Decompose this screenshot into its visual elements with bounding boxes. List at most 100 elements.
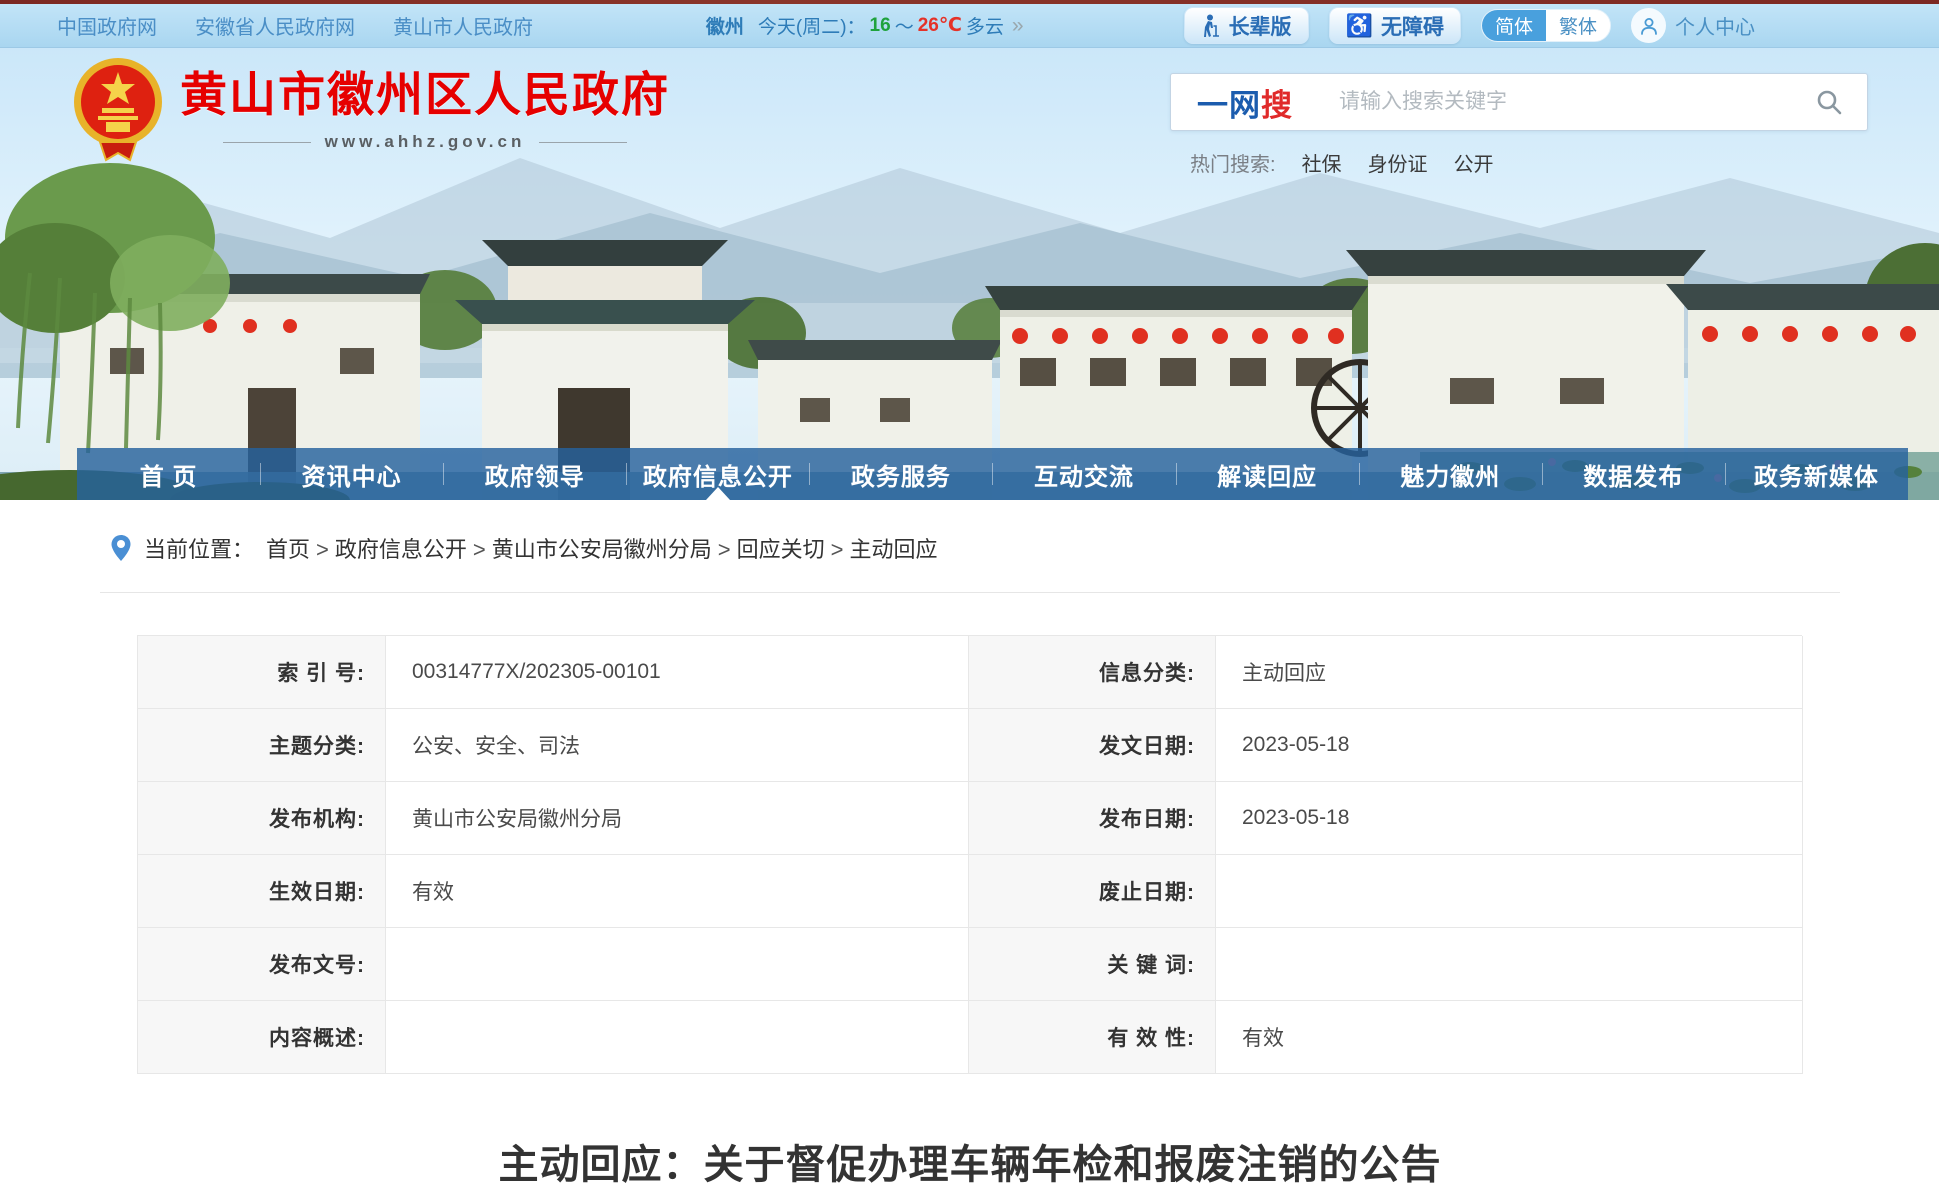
- weather-day-label: 今天(周二)：: [758, 12, 866, 39]
- elder-version-label: 长辈版: [1229, 11, 1292, 41]
- breadcrumb-item: 主动回应: [850, 537, 938, 562]
- hot-search-label: 热门搜索:: [1190, 148, 1276, 177]
- breadcrumb-item[interactable]: 回应关切: [737, 537, 825, 562]
- site-url: www.ahhz.gov.cn: [325, 132, 526, 152]
- top-utility-bar: 中国政府网 安徽省人民政府网 黄山市人民政府 徽州 今天(周二)： 16 ～ 26℃…: [0, 4, 1939, 48]
- info-value: 主动回应: [1216, 636, 1803, 709]
- info-label: 有 效 性:: [969, 1001, 1216, 1074]
- content-container: 当前位置： 首页>政府信息公开>黄山市公安局徽州分局>回应关切>主动回应 索 引…: [100, 500, 1840, 1190]
- nav-item[interactable]: 互动交流: [992, 448, 1175, 500]
- info-label: 内容概述:: [138, 1001, 386, 1074]
- info-label: 发布日期:: [969, 782, 1216, 855]
- info-value: 00314777X/202305-00101: [386, 636, 969, 709]
- top-actions: 长辈版 ♿ 无障碍 简体 繁体 个人中心: [1184, 7, 1939, 44]
- breadcrumb-items: 首页>政府信息公开>黄山市公安局徽州分局>回应关切>主动回应: [266, 532, 938, 564]
- personal-center-button[interactable]: 个人中心: [1631, 8, 1755, 43]
- search-block: 一网 搜 热门搜索: 社保身份证公开: [1170, 73, 1868, 177]
- top-link-0[interactable]: 中国政府网: [57, 11, 157, 40]
- url-rule-left: [223, 142, 311, 143]
- info-table: 索 引 号:00314777X/202305-00101信息分类:主动回应主题分…: [137, 635, 1802, 1074]
- info-label: 发文日期:: [969, 709, 1216, 782]
- weather-widget[interactable]: 徽州 今天(周二)： 16 ～ 26℃ 多云 »: [706, 12, 1024, 39]
- info-value: 2023-05-18: [1216, 782, 1803, 855]
- search-brand: 一网 搜: [1171, 80, 1293, 125]
- nav-item[interactable]: 政务新媒体: [1725, 448, 1908, 500]
- main-nav-list: 首 页资讯中心政府领导政府信息公开政务服务互动交流解读回应魅力徽州数据发布政务新…: [77, 448, 1908, 500]
- nav-item[interactable]: 政府领导: [443, 448, 626, 500]
- user-icon: [1631, 8, 1666, 43]
- elder-icon: [1201, 14, 1221, 38]
- info-value: [386, 1001, 969, 1074]
- hot-search-row: 热门搜索: 社保身份证公开: [1170, 148, 1868, 177]
- info-label: 信息分类:: [969, 636, 1216, 709]
- weather-temp-high: 26℃: [918, 14, 962, 37]
- elder-version-button[interactable]: 长辈版: [1184, 7, 1309, 44]
- site-logo-block: 黄山市徽州区人民政府 www.ahhz.gov.cn: [72, 56, 670, 162]
- breadcrumb-item[interactable]: 黄山市公安局徽州分局: [492, 537, 712, 562]
- info-value: [1216, 928, 1803, 1001]
- language-toggle: 简体 繁体: [1481, 9, 1611, 42]
- info-value: 公安、安全、司法: [386, 709, 969, 782]
- search-brand-red: 搜: [1261, 80, 1293, 125]
- info-label: 关 键 词:: [969, 928, 1216, 1001]
- top-link-1[interactable]: 安徽省人民政府网: [195, 11, 355, 40]
- national-emblem-logo: [72, 56, 164, 162]
- personal-center-label: 个人中心: [1675, 11, 1755, 40]
- site-title: 黄山市徽州区人民政府: [180, 68, 670, 122]
- breadcrumb-item[interactable]: 政府信息公开: [335, 537, 467, 562]
- info-value: 有效: [1216, 1001, 1803, 1074]
- main-nav: 首 页资讯中心政府领导政府信息公开政务服务互动交流解读回应魅力徽州数据发布政务新…: [77, 448, 1908, 500]
- wheelchair-icon: ♿: [1346, 15, 1373, 37]
- lang-traditional-button[interactable]: 繁体: [1546, 10, 1610, 41]
- search-box: 一网 搜: [1170, 73, 1868, 131]
- top-link-2[interactable]: 黄山市人民政府: [393, 11, 533, 40]
- banner: 黄山市徽州区人民政府 www.ahhz.gov.cn 一网 搜: [0, 48, 1939, 500]
- info-label: 索 引 号:: [138, 636, 386, 709]
- info-value: [386, 928, 969, 1001]
- breadcrumb-label: 当前位置：: [144, 532, 254, 564]
- breadcrumb-separator: >: [316, 537, 329, 562]
- info-label: 废止日期:: [969, 855, 1216, 928]
- site-url-row: www.ahhz.gov.cn: [223, 132, 628, 152]
- breadcrumb-separator: >: [718, 537, 731, 562]
- info-value: 2023-05-18: [1216, 709, 1803, 782]
- info-label: 发布文号:: [138, 928, 386, 1001]
- breadcrumb-item[interactable]: 首页: [266, 537, 310, 562]
- accessibility-label: 无障碍: [1381, 11, 1444, 41]
- weather-temp-low: 16: [870, 15, 891, 37]
- weather-tilde: ～: [895, 12, 914, 39]
- weather-more-icon[interactable]: »: [1012, 14, 1024, 38]
- lang-simplified-button[interactable]: 简体: [1482, 10, 1546, 41]
- info-label: 发布机构:: [138, 782, 386, 855]
- nav-item[interactable]: 资讯中心: [260, 448, 443, 500]
- info-value: 有效: [386, 855, 969, 928]
- article-title: 主动回应：关于督促办理车辆年检和报废注销的公告: [100, 1132, 1840, 1190]
- nav-item[interactable]: 首 页: [77, 448, 260, 500]
- location-pin-icon: [110, 534, 132, 562]
- nav-item[interactable]: 政府信息公开: [626, 448, 809, 500]
- hot-search-term-2[interactable]: 公开: [1454, 148, 1494, 177]
- info-label: 生效日期:: [138, 855, 386, 928]
- breadcrumb-separator: >: [831, 537, 844, 562]
- top-links: 中国政府网 安徽省人民政府网 黄山市人民政府: [0, 11, 533, 40]
- page: 中国政府网 安徽省人民政府网 黄山市人民政府 徽州 今天(周二)： 16 ～ 26℃…: [0, 0, 1939, 1203]
- nav-item[interactable]: 魅力徽州: [1359, 448, 1542, 500]
- search-brand-blue: 一网: [1197, 80, 1261, 125]
- search-button[interactable]: [1807, 88, 1867, 116]
- breadcrumb: 当前位置： 首页>政府信息公开>黄山市公安局徽州分局>回应关切>主动回应: [100, 500, 1840, 593]
- hot-search-term-0[interactable]: 社保: [1302, 148, 1342, 177]
- nav-item[interactable]: 解读回应: [1176, 448, 1359, 500]
- nav-item[interactable]: 政务服务: [809, 448, 992, 500]
- breadcrumb-separator: >: [473, 537, 486, 562]
- info-value: [1216, 855, 1803, 928]
- url-rule-right: [539, 142, 627, 143]
- hot-search-term-1[interactable]: 身份证: [1368, 148, 1428, 177]
- nav-item[interactable]: 数据发布: [1542, 448, 1725, 500]
- info-value: 黄山市公安局徽州分局: [386, 782, 969, 855]
- info-label: 主题分类:: [138, 709, 386, 782]
- weather-city: 徽州: [706, 12, 744, 39]
- weather-condition: 多云: [966, 12, 1004, 39]
- accessibility-button[interactable]: ♿ 无障碍: [1329, 7, 1461, 44]
- search-icon: [1815, 88, 1843, 116]
- search-input[interactable]: [1293, 90, 1807, 114]
